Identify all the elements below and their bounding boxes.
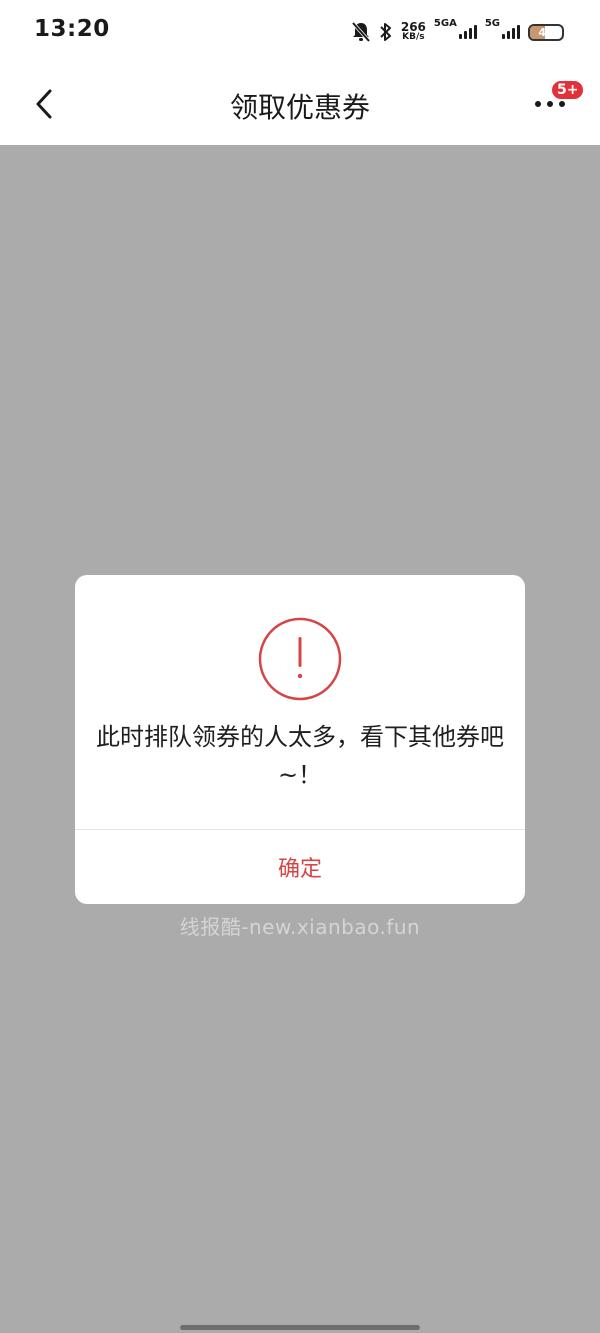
notification-badge: 5+	[550, 79, 586, 101]
signal-bars-icon	[458, 25, 477, 39]
sim1-label: 5GA	[433, 18, 457, 29]
confirm-button[interactable]: 确定	[75, 830, 525, 904]
exclamation-circle-icon	[258, 617, 342, 701]
watermark-text: 线报酷-new.xianbao.fun	[179, 915, 421, 939]
status-icons: 266 KB/s 5GA 5G 46	[351, 18, 564, 46]
status-time: 13:20	[34, 16, 110, 42]
signal-sim2: 5G	[485, 18, 520, 39]
status-bar: 13:20 266 KB/s 5GA 5G 46	[0, 0, 600, 62]
bluetooth-icon	[379, 21, 393, 43]
speed-unit: KB/s	[402, 32, 425, 42]
page-title: 领取优惠券	[229, 91, 370, 124]
speed-value: 266	[400, 20, 426, 34]
battery-icon: 46	[528, 23, 564, 41]
network-speed: 266 KB/s	[400, 20, 426, 42]
mute-bell-icon	[351, 21, 371, 43]
sim2-label: 5G	[484, 18, 500, 29]
alert-dialog: 此时排队领券的人太多，看下其他券吧~！ 确定	[75, 575, 525, 904]
ellipsis-icon	[535, 101, 565, 107]
nav-bar: 领取优惠券 5+	[0, 62, 600, 145]
signal-bars-icon	[502, 25, 520, 39]
dialog-message: 此时排队领券的人太多，看下其他券吧~！	[96, 723, 504, 789]
home-indicator[interactable]	[180, 1325, 420, 1330]
signal-sim1: 5GA	[434, 18, 477, 39]
battery-level: 46	[538, 25, 554, 39]
